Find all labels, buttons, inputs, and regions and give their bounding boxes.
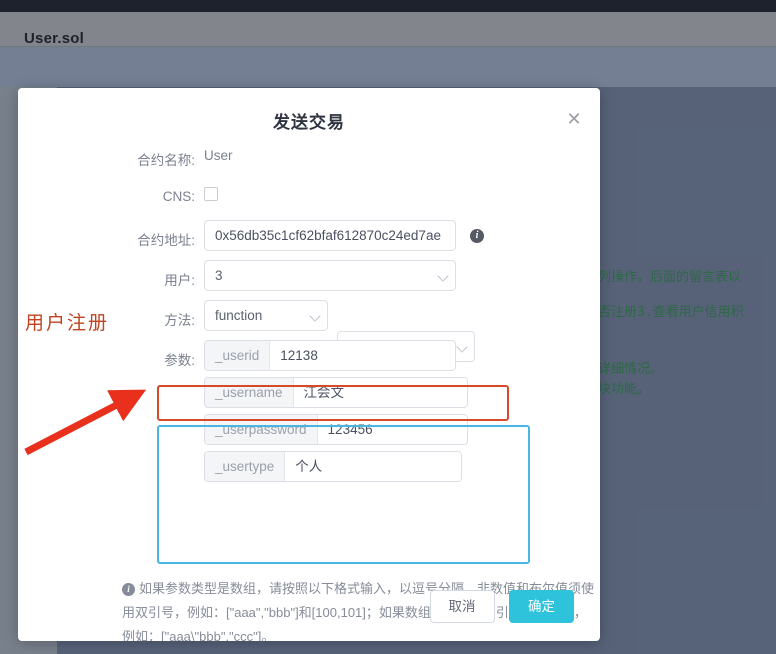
form-row-user: 用户: 3 [18,260,600,300]
dialog-footer: 取消 确定 [429,590,574,623]
contract-address-input[interactable]: 0x56db35c1cf62bfaf612870c24ed7ae [204,220,456,251]
send-transaction-dialog: 发送交易 ✕ 合约名称: User CNS: 合约地址: 0x56db35c1c… [18,88,600,641]
cns-label: CNS: [162,189,195,204]
form-row-cns: CNS: [18,180,600,220]
param-key-label: _username [205,378,294,407]
chevron-down-icon [437,270,449,282]
param-input-group[interactable]: _userpassword 123456 [204,414,468,445]
cancel-button[interactable]: 取消 [429,590,495,623]
param-input-group[interactable]: _userid 12138 [204,340,456,371]
dialog-title: 发送交易 [273,113,345,132]
param-input-group[interactable]: _usertype 个人 [204,451,462,482]
user-select-value: 3 [215,268,223,283]
close-icon[interactable]: ✕ [563,110,585,132]
contract-name-label: 合约名称: [137,153,195,168]
method-type-select[interactable]: function [204,300,328,331]
param-key-label: _userpassword [205,415,318,444]
param-key-label: _usertype [205,452,286,481]
info-icon[interactable]: i [470,229,484,243]
param-value-input[interactable]: 123456 [317,415,467,444]
param-input-group[interactable]: _username 江会文 [204,377,468,408]
param-value-input[interactable]: 个人 [285,452,461,481]
user-select[interactable]: 3 [204,260,456,291]
annotation-label: 用户注册 [25,313,110,334]
form-row-contract-address: 合约地址: 0x56db35c1cf62bfaf612870c24ed7ae i [18,220,600,260]
form-row-contract-name: 合约名称: User [18,140,600,180]
user-label: 用户: [164,273,195,288]
param-value-input[interactable]: 江会文 [293,378,467,407]
info-icon: i [122,583,135,596]
param-key-label: _userid [205,341,271,370]
contract-address-label: 合约地址: [137,233,195,248]
param-value-input[interactable]: 12138 [270,341,455,370]
method-type-value: function [215,308,263,323]
contract-name-value: User [204,148,233,163]
params-label: 参数: [164,353,195,368]
cns-checkbox[interactable] [204,187,218,201]
confirm-button[interactable]: 确定 [509,590,574,623]
annotation-arrow-icon [24,389,147,456]
chevron-down-icon [309,310,321,322]
